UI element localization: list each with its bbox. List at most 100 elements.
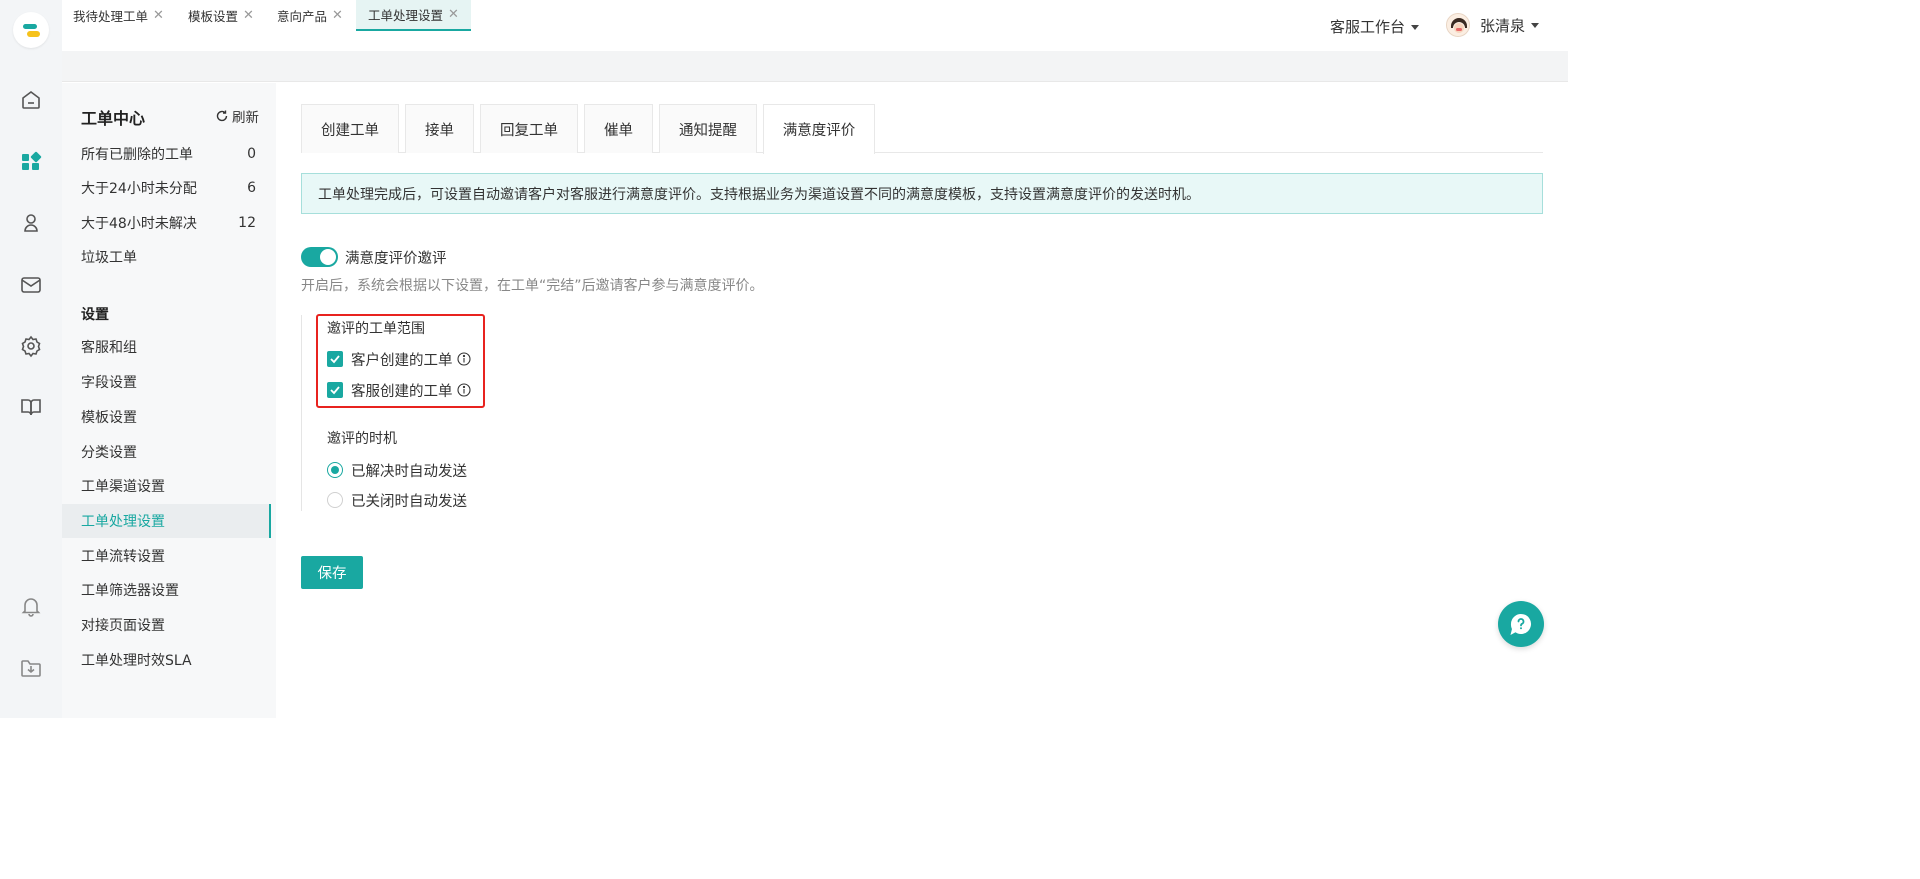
radio-unselected-icon (327, 492, 343, 508)
sidebar-item-sla[interactable]: 工单处理时效SLA (62, 643, 271, 677)
sidebar-item-filter-settings[interactable]: 工单筛选器设置 (62, 573, 271, 607)
settings-icon[interactable] (19, 334, 43, 358)
checkbox-label: 客服创建的工单 (351, 383, 453, 400)
sidebar-item-category-settings[interactable]: 分类设置 (62, 435, 271, 469)
tab-satisfaction[interactable]: 满意度评价 (763, 104, 875, 154)
help-icon (1510, 613, 1531, 635)
section-divider (301, 315, 302, 511)
app-logo[interactable] (13, 12, 49, 48)
home-icon[interactable] (19, 88, 43, 112)
apps-icon[interactable] (19, 150, 43, 174)
contacts-icon[interactable] (19, 211, 43, 235)
sidebar-item-label: 分类设置 (81, 445, 137, 461)
checkbox-checked-icon (327, 382, 343, 398)
sidebar-item-label: 客服和组 (81, 340, 137, 356)
refresh-icon (216, 110, 228, 122)
sidebar-item-channel-settings[interactable]: 工单渠道设置 (62, 469, 271, 503)
sidebar-item-label: 模板设置 (81, 410, 137, 426)
bell-icon[interactable] (19, 594, 43, 618)
close-icon[interactable]: ✕ (332, 8, 343, 23)
sidebar-item-label: 垃圾工单 (81, 250, 137, 266)
refresh-button[interactable]: 刷新 (215, 106, 259, 126)
tab-create-ticket[interactable]: 创建工单 (301, 104, 399, 153)
caret-down-icon (1531, 22, 1540, 28)
close-icon[interactable]: ✕ (243, 8, 254, 23)
satisfaction-toggle[interactable] (301, 247, 338, 267)
info-icon[interactable] (456, 352, 471, 366)
checkbox-agent-created[interactable]: 客服创建的工单 (327, 380, 471, 400)
save-button[interactable]: 保存 (301, 556, 363, 589)
tab-notification[interactable]: 通知提醒 (659, 104, 757, 153)
sidebar-item-label: 工单筛选器设置 (81, 583, 179, 599)
toggle-description: 开启后，系统会根据以下设置，在工单“完结”后邀请客户参与满意度评价。 (301, 278, 764, 294)
tab-label: 催单 (604, 122, 633, 139)
settings-tabs: 创建工单 接单 回复工单 催单 通知提醒 满意度评价 (301, 104, 1543, 154)
avatar (1446, 13, 1470, 37)
help-button[interactable] (1498, 601, 1544, 647)
sidebar-item-unassigned-24h[interactable]: 大于24小时未分配 6 (62, 171, 271, 205)
sidebar-item-count: 0 (247, 146, 256, 162)
icon-rail (0, 0, 62, 718)
toggle-knob (320, 249, 336, 265)
sidebar-item-label: 工单渠道设置 (81, 479, 165, 495)
tab-label: 回复工单 (500, 122, 558, 139)
close-icon[interactable]: ✕ (448, 7, 459, 22)
radio-label: 已解决时自动发送 (351, 463, 467, 480)
close-icon[interactable]: ✕ (153, 8, 164, 23)
tab-accept-ticket[interactable]: 接单 (405, 104, 474, 153)
sidebar-item-flow-settings[interactable]: 工单流转设置 (62, 539, 271, 573)
tab-label: 接单 (425, 122, 454, 139)
settings-section-title: 设置 (81, 307, 109, 323)
checkbox-customer-created[interactable]: 客户创建的工单 (327, 349, 471, 369)
radio-resolved-send[interactable]: 已解决时自动发送 (327, 460, 467, 480)
sidebar-item-processing-settings[interactable]: 工单处理设置 (62, 504, 271, 538)
tab-reply-ticket[interactable]: 回复工单 (480, 104, 578, 153)
sidebar-title: 工单中心 (81, 109, 146, 128)
radio-selected-icon (327, 462, 343, 478)
page-tab-my-tickets[interactable]: 我待处理工单 ✕ (73, 0, 164, 31)
checkbox-checked-icon (327, 351, 343, 367)
notice-text: 工单处理完成后，可设置自动邀请客户对客服进行满意度评价。支持根据业务为渠道设置不… (318, 186, 1200, 203)
checkbox-label: 客户创建的工单 (351, 352, 453, 369)
sidebar-item-unresolved-48h[interactable]: 大于48小时未解决 12 (62, 206, 271, 240)
sidebar-item-label: 大于48小时未解决 (81, 216, 197, 232)
page-tab-ticket-processing[interactable]: 工单处理设置 ✕ (356, 0, 471, 31)
scope-title: 邀评的工单范围 (327, 321, 425, 337)
main-panel: 创建工单 接单 回复工单 催单 通知提醒 满意度评价 工单处理完成后，可设置自动… (276, 83, 1568, 718)
mail-icon[interactable] (19, 273, 43, 297)
sidebar-item-label: 工单流转设置 (81, 549, 165, 565)
radio-closed-send[interactable]: 已关闭时自动发送 (327, 490, 467, 510)
page-tab-template-settings[interactable]: 模板设置 ✕ (188, 0, 254, 31)
timing-title: 邀评的时机 (327, 431, 397, 447)
sidebar-item-agents-groups[interactable]: 客服和组 (62, 330, 271, 364)
download-icon[interactable] (19, 656, 43, 680)
sidebar-item-label: 大于24小时未分配 (81, 181, 197, 197)
workbench-label: 客服工作台 (1330, 18, 1406, 36)
user-menu[interactable]: 张清泉 (1446, 12, 1540, 38)
sidebar-item-integration-page[interactable]: 对接页面设置 (62, 608, 271, 642)
tab-label: 创建工单 (321, 122, 379, 139)
sidebar-item-label: 字段设置 (81, 375, 137, 391)
page-tab-label: 工单处理设置 (368, 8, 444, 23)
sidebar-item-count: 6 (247, 180, 256, 196)
tab-urge-ticket[interactable]: 催单 (584, 104, 653, 153)
sidebar-item-template-settings[interactable]: 模板设置 (62, 400, 271, 434)
sidebar-item-label: 工单处理设置 (81, 514, 165, 530)
page-tab-intended-product[interactable]: 意向产品 ✕ (277, 0, 343, 31)
satisfaction-toggle-row: 满意度评价邀评 (301, 246, 447, 268)
radio-label: 已关闭时自动发送 (351, 493, 467, 510)
sidebar-item-deleted[interactable]: 所有已删除的工单 0 (62, 137, 271, 171)
tab-label: 通知提醒 (679, 122, 737, 139)
workbench-dropdown[interactable]: 客服工作台 (1330, 16, 1420, 37)
page-tab-label: 意向产品 (277, 9, 328, 24)
active-indicator (269, 504, 271, 538)
tab-label: 满意度评价 (782, 123, 856, 139)
info-icon[interactable] (456, 383, 471, 397)
secondary-sidebar: 工单中心 刷新 所有已删除的工单 0 大于24小时未分配 6 大于48小时未解决… (62, 83, 276, 718)
book-icon[interactable] (19, 395, 43, 419)
sidebar-item-spam[interactable]: 垃圾工单 (62, 240, 271, 274)
info-notice: 工单处理完成后，可设置自动邀请客户对客服进行满意度评价。支持根据业务为渠道设置不… (301, 173, 1543, 214)
page-tab-label: 我待处理工单 (73, 9, 149, 24)
page-tab-strip (62, 51, 1568, 82)
sidebar-item-field-settings[interactable]: 字段设置 (62, 365, 271, 399)
